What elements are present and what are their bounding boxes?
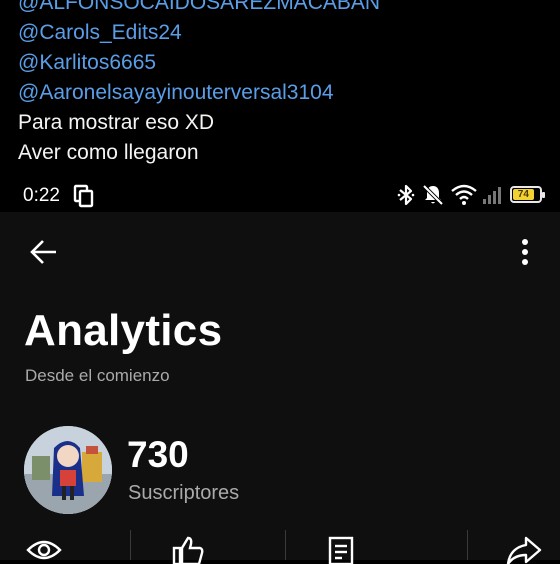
divider: [130, 530, 131, 560]
mute-icon: [422, 184, 444, 206]
divider: [285, 530, 286, 560]
status-bar: 0:22 74: [0, 178, 560, 212]
caption-line: Aver como llegaron: [18, 141, 199, 164]
page-title: Analytics: [24, 306, 223, 355]
more-vert-icon[interactable]: [515, 236, 535, 268]
page-subtitle: Desde el comienzo: [25, 366, 170, 385]
mention-link[interactable]: @ALFONSOCAIDOSAREZMACABAN: [18, 0, 550, 18]
battery-icon: 74: [510, 186, 545, 203]
phone-screenshot: 0:22 74 Analytics Desde el comienzo 730 …: [0, 178, 560, 564]
caption-line: Para mostrar eso XD: [18, 111, 215, 134]
status-time: 0:22: [23, 185, 60, 206]
wifi-icon: [451, 184, 477, 205]
channel-avatar[interactable]: [24, 426, 112, 514]
mention-link[interactable]: @Aaronelsayayinouterversal3104: [18, 78, 550, 108]
mention-link[interactable]: @Carols_Edits24: [18, 18, 550, 48]
copy-icon: [73, 184, 94, 208]
battery-level: 74: [513, 189, 534, 200]
back-arrow-icon[interactable]: [28, 236, 60, 268]
signal-icon: [483, 187, 501, 204]
mention-link[interactable]: @Karlitos6665: [18, 48, 550, 78]
bluetooth-icon: [397, 184, 415, 206]
subscriber-count: 730: [127, 434, 189, 475]
stats-row: [0, 530, 560, 564]
divider: [467, 530, 468, 560]
subscriber-label: Suscriptores: [128, 482, 240, 504]
post-caption: @ALFONSOCAIDOSAREZMACABAN @Carols_Edits2…: [18, 0, 550, 168]
